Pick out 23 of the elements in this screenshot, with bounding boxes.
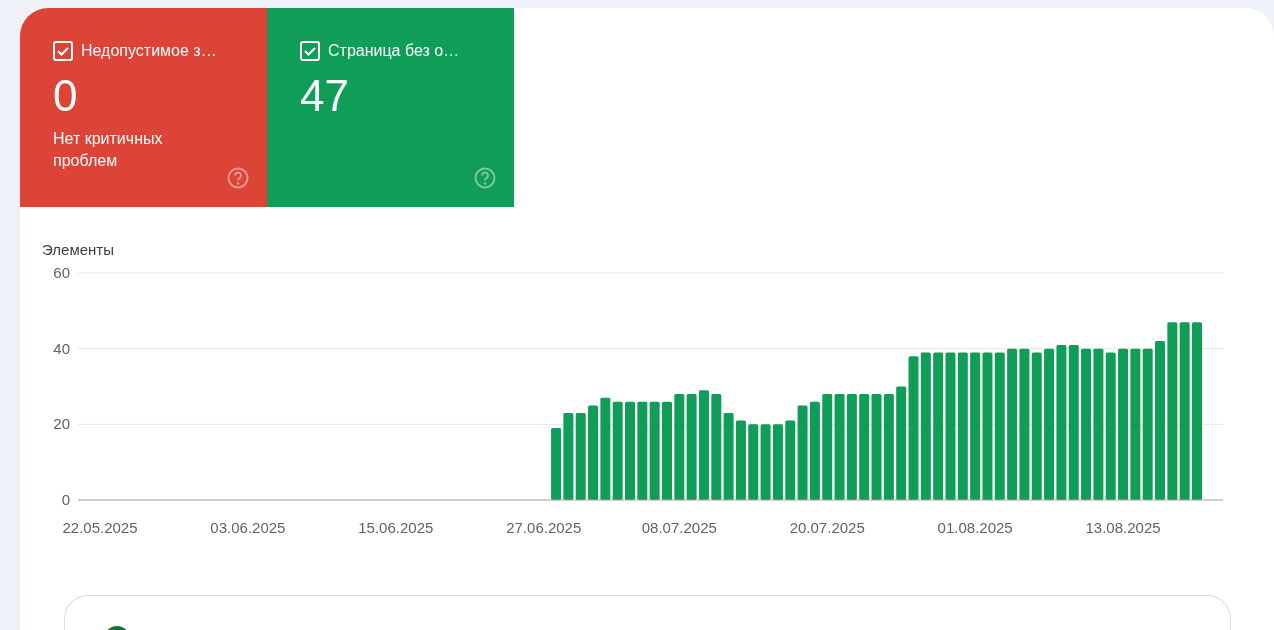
checkbox[interactable] [53, 41, 73, 61]
axis-label: 27.06.2025 [506, 519, 582, 536]
card-value: 0 [53, 72, 79, 120]
axis-label: 40 [53, 339, 70, 357]
axis-title: Элементы [42, 241, 114, 258]
help-icon[interactable] [474, 167, 496, 189]
axis-label: 03.06.2025 [210, 519, 286, 536]
axis-label: 0 [61, 491, 70, 508]
axis-label: 15.06.2025 [358, 519, 434, 536]
help-icon[interactable] [227, 167, 249, 189]
axis-label: 13.08.2025 [1085, 519, 1161, 536]
card-title: Недопустимое з… [81, 42, 217, 60]
checkbox[interactable] [300, 41, 320, 61]
card-subtitle: Нет критичных проблем [53, 129, 164, 171]
axis-label: 60 [53, 264, 70, 281]
axis-label: 01.08.2025 [937, 519, 1013, 536]
card-value: 47 [300, 72, 350, 120]
card-title: Страница без о… [328, 42, 460, 60]
bar [551, 428, 562, 500]
axis-label: 20.07.2025 [789, 519, 865, 536]
axis-label: 20 [53, 415, 70, 433]
axis-label: 22.05.2025 [62, 519, 138, 536]
axis-label: 08.07.2025 [641, 519, 717, 536]
